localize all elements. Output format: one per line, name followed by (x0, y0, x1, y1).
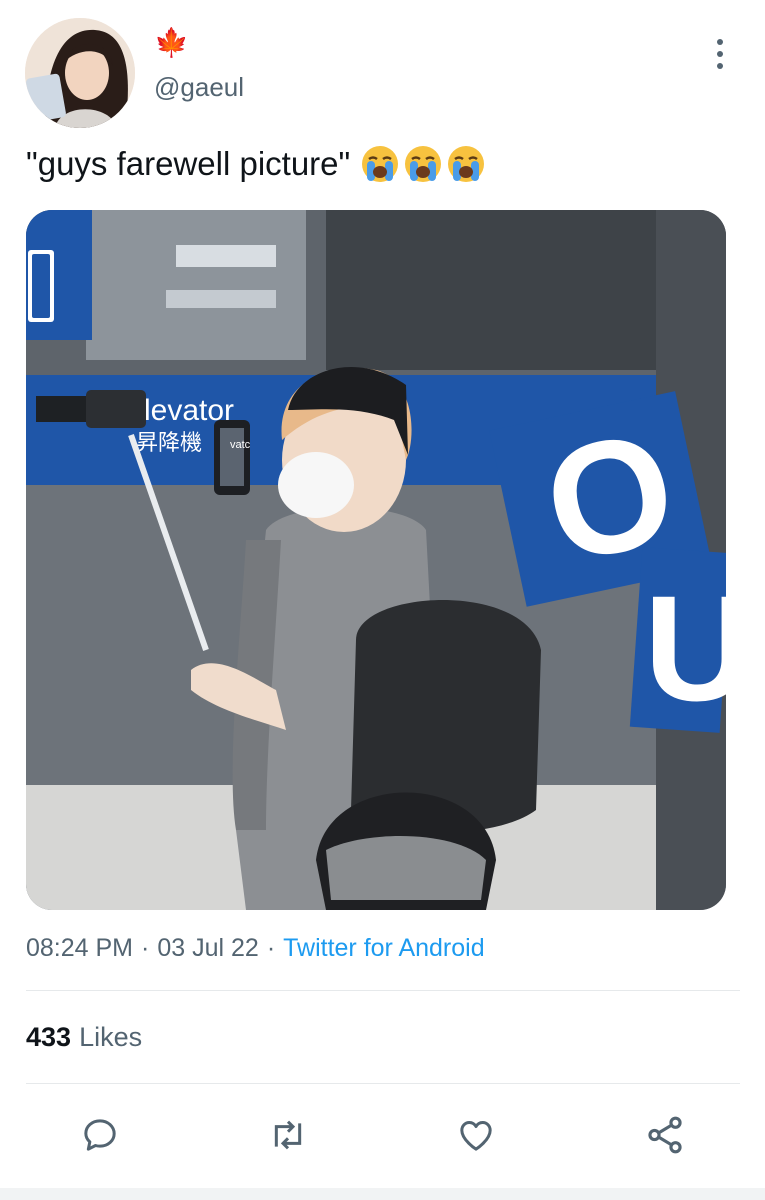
dot-icon (717, 39, 723, 45)
speech-bubble-icon (84, 1119, 116, 1151)
action-bar (0, 1100, 765, 1170)
emoji-group (360, 144, 486, 184)
likes-label: Likes (79, 1022, 143, 1052)
loudly-crying-face-icon (405, 146, 442, 182)
tweet-text-body: "guys farewell picture" (26, 145, 351, 182)
tweet-meta: 08:24 PM · 03 Jul 22 · Twitter for Android (26, 934, 485, 963)
divider (26, 990, 740, 991)
more-options-button[interactable] (700, 36, 740, 72)
divider (26, 1083, 740, 1084)
tweet-text: "guys farewell picture" (26, 144, 486, 184)
dot-icon (717, 63, 723, 69)
author-handle[interactable]: @gaeul (154, 72, 244, 103)
dot-icon (717, 51, 723, 57)
bottom-divider (0, 1188, 765, 1200)
retweet-icon (274, 1120, 302, 1150)
tweet-date: 03 Jul 22 (157, 934, 259, 962)
loudly-crying-face-icon (448, 146, 485, 182)
share-button[interactable] (642, 1112, 688, 1158)
like-button[interactable] (453, 1112, 499, 1158)
tweet-time: 08:24 PM (26, 934, 134, 962)
maple-leaf-icon: 🍁 (154, 27, 189, 58)
likes-count: 433 (26, 1022, 72, 1052)
phone-text: vatc (230, 439, 251, 451)
tweet-source-link[interactable]: Twitter for Android (283, 934, 484, 962)
tweet-photo[interactable]: levator 昇降機 vatc O U (26, 210, 726, 910)
avatar[interactable] (25, 18, 135, 128)
meta-separator: · (141, 934, 150, 962)
sign-letter-u: U (644, 564, 726, 732)
likes-stat[interactable]: 433 Likes (26, 1022, 142, 1053)
share-icon (648, 1116, 682, 1154)
tweet-header: 🍁 @gaeul (0, 0, 765, 140)
meta-separator: · (266, 934, 276, 962)
loudly-crying-face-icon (362, 146, 399, 182)
reply-button[interactable] (77, 1112, 123, 1158)
retweet-button[interactable] (265, 1112, 311, 1158)
heart-icon (460, 1121, 492, 1151)
sign-text-cn: 昇降機 (136, 431, 202, 456)
